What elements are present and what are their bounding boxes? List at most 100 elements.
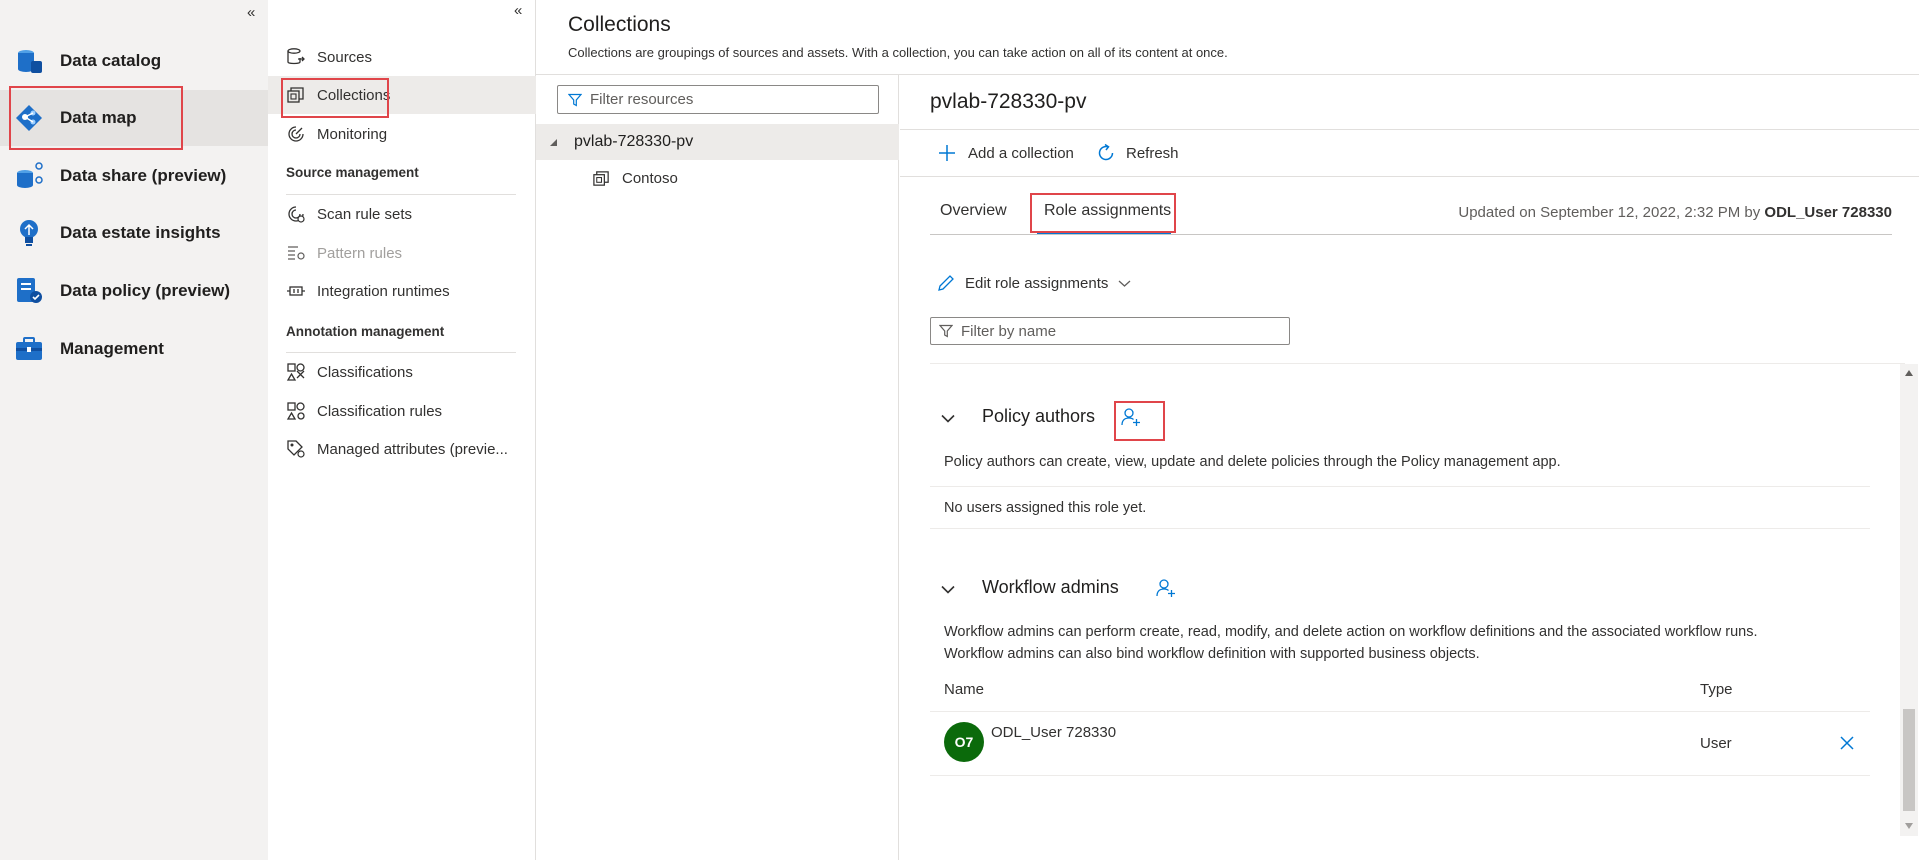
command-bar: Add a collection Refresh	[900, 129, 1919, 177]
column-header-name[interactable]: Name	[944, 681, 984, 698]
avatar: O7	[944, 722, 984, 762]
divider	[930, 528, 1870, 529]
subnav-label-classifications: Classifications	[317, 363, 413, 381]
tree-node-child[interactable]: Contoso	[536, 160, 899, 196]
filter-by-name-box[interactable]	[930, 317, 1290, 345]
caret-down-icon[interactable]	[549, 138, 558, 147]
add-user-icon[interactable]	[1156, 578, 1176, 598]
subnav-item-pattern-rules[interactable]: Pattern rules	[268, 234, 536, 272]
monitoring-icon	[288, 126, 304, 142]
filter-by-name-input[interactable]	[961, 322, 1289, 340]
nav-item-data-policy[interactable]: Data policy (preview)	[0, 263, 268, 319]
subnav-item-monitoring[interactable]: Monitoring	[268, 115, 536, 153]
edit-role-assignments-button[interactable]: Edit role assignments	[937, 260, 1131, 306]
policy-authors-empty-text: No users assigned this role yet.	[944, 500, 1147, 516]
nav-label-data-share: Data share (preview)	[60, 166, 227, 185]
column-header-type[interactable]: Type	[1700, 681, 1733, 698]
tree-node-root-label: pvlab-728330-pv	[574, 133, 694, 150]
user-name: ODL_User 728330	[991, 724, 1117, 741]
scrollbar-thumb[interactable]	[1903, 709, 1915, 811]
add-collection-label: Add a collection	[968, 144, 1074, 162]
nav-item-data-estate-insights[interactable]: Data estate insights	[0, 205, 268, 261]
collapse-subnav-icon[interactable]: «	[514, 2, 523, 19]
management-icon	[16, 337, 42, 360]
divider	[930, 775, 1870, 776]
section-heading-source-management: Source management	[286, 165, 419, 180]
subnav-label-managed-attributes: Managed attributes (previe...	[317, 440, 508, 458]
data-policy-icon	[17, 278, 42, 303]
chevron-down-icon[interactable]	[941, 414, 955, 423]
subnav-label-scan-rule-sets: Scan rule sets	[317, 205, 413, 223]
last-updated-text: Updated on September 12, 2022, 2:32 PM b…	[1458, 204, 1892, 221]
tabs-divider	[930, 234, 1892, 235]
classification-rules-icon	[286, 402, 305, 420]
subnav-label-monitoring: Monitoring	[317, 125, 388, 143]
workflow-admins-title: Workflow admins	[982, 577, 1119, 597]
highlight-box	[9, 86, 183, 150]
collection-detail-panel: pvlab-728330-pv Add a collection Refresh…	[900, 75, 1919, 860]
collection-icon	[593, 170, 609, 186]
nav-label-data-policy: Data policy (preview)	[60, 281, 231, 300]
subnav-item-classification-rules[interactable]: Classification rules	[268, 392, 536, 430]
page-subtitle: Collections are groupings of sources and…	[568, 45, 1228, 60]
highlight-box	[281, 78, 389, 118]
filter-resources-box[interactable]	[557, 85, 879, 114]
data-catalog-icon	[18, 50, 42, 73]
scroll-down-icon[interactable]	[1904, 822, 1914, 830]
subnav-item-sources[interactable]: Sources	[268, 38, 536, 76]
remove-icon[interactable]	[1840, 736, 1854, 750]
chevron-down-icon	[1118, 280, 1131, 287]
role-list-scroll-area: Policy authors Policy authors can create…	[930, 363, 1918, 836]
sources-icon	[287, 48, 305, 65]
table-row: O7 ODL_User 728330 User	[930, 712, 1870, 774]
refresh-icon	[1098, 143, 1114, 161]
tree-node-root[interactable]: pvlab-728330-pv	[536, 124, 899, 160]
vertical-scrollbar[interactable]	[1900, 364, 1918, 836]
policy-authors-description: Policy authors can create, view, update …	[944, 454, 1561, 470]
updated-by-user: ODL_User 728330	[1764, 204, 1892, 221]
highlight-box	[1114, 401, 1165, 441]
section-heading-annotation-management: Annotation management	[286, 324, 445, 339]
nav-label-data-estate-insights: Data estate insights	[60, 223, 221, 242]
app-root: « Data catalog Data map Data share (prev…	[0, 0, 1919, 860]
secondary-nav: « Sources Collections Monitoring Source …	[268, 0, 536, 860]
nav-item-data-catalog[interactable]: Data catalog	[0, 33, 268, 89]
subnav-label-pattern-rules: Pattern rules	[317, 244, 403, 262]
insights-icon	[20, 220, 38, 246]
page-title: Collections	[568, 13, 671, 36]
scroll-up-icon[interactable]	[1904, 369, 1914, 377]
integration-runtimes-icon	[287, 286, 305, 296]
classifications-icon	[286, 363, 305, 381]
collection-tree-panel: pvlab-728330-pv Contoso	[536, 75, 899, 860]
refresh-label: Refresh	[1126, 144, 1179, 162]
filter-icon	[568, 93, 582, 107]
tab-overview[interactable]: Overview	[940, 202, 1007, 220]
refresh-button[interactable]: Refresh	[1096, 130, 1179, 176]
data-share-icon	[17, 162, 43, 188]
subnav-item-scan-rule-sets[interactable]: Scan rule sets	[268, 195, 536, 233]
subnav-label-integration-runtimes: Integration runtimes	[317, 282, 450, 300]
subnav-item-integration-runtimes[interactable]: Integration runtimes	[268, 272, 536, 310]
policy-authors-title: Policy authors	[982, 406, 1096, 426]
subnav-item-classifications[interactable]: Classifications	[268, 353, 536, 391]
add-icon	[939, 145, 955, 161]
filter-resources-input[interactable]	[590, 91, 878, 108]
chevron-down-icon[interactable]	[941, 585, 955, 594]
divider	[930, 486, 1870, 487]
nav-item-data-share[interactable]: Data share (preview)	[0, 148, 268, 204]
collection-title: pvlab-728330-pv	[930, 90, 1087, 113]
pattern-rules-icon	[288, 246, 305, 260]
subnav-label-classification-rules: Classification rules	[317, 402, 443, 420]
edit-role-assignments-label: Edit role assignments	[965, 274, 1109, 292]
nav-item-management[interactable]: Management	[0, 321, 268, 377]
user-type: User	[1700, 735, 1732, 752]
nav-label-management: Management	[60, 339, 164, 358]
workflow-admins-description-2: Workflow admins can also bind workflow d…	[944, 646, 1480, 662]
add-collection-button[interactable]: Add a collection	[938, 130, 1074, 176]
nav-label-data-catalog: Data catalog	[60, 51, 162, 70]
subnav-item-managed-attributes[interactable]: Managed attributes (previe...	[268, 430, 536, 468]
highlight-box	[1030, 193, 1176, 233]
managed-attributes-icon	[287, 440, 305, 458]
collapse-nav-icon[interactable]: «	[247, 4, 256, 21]
primary-nav: « Data catalog Data map Data share (prev…	[0, 0, 268, 860]
